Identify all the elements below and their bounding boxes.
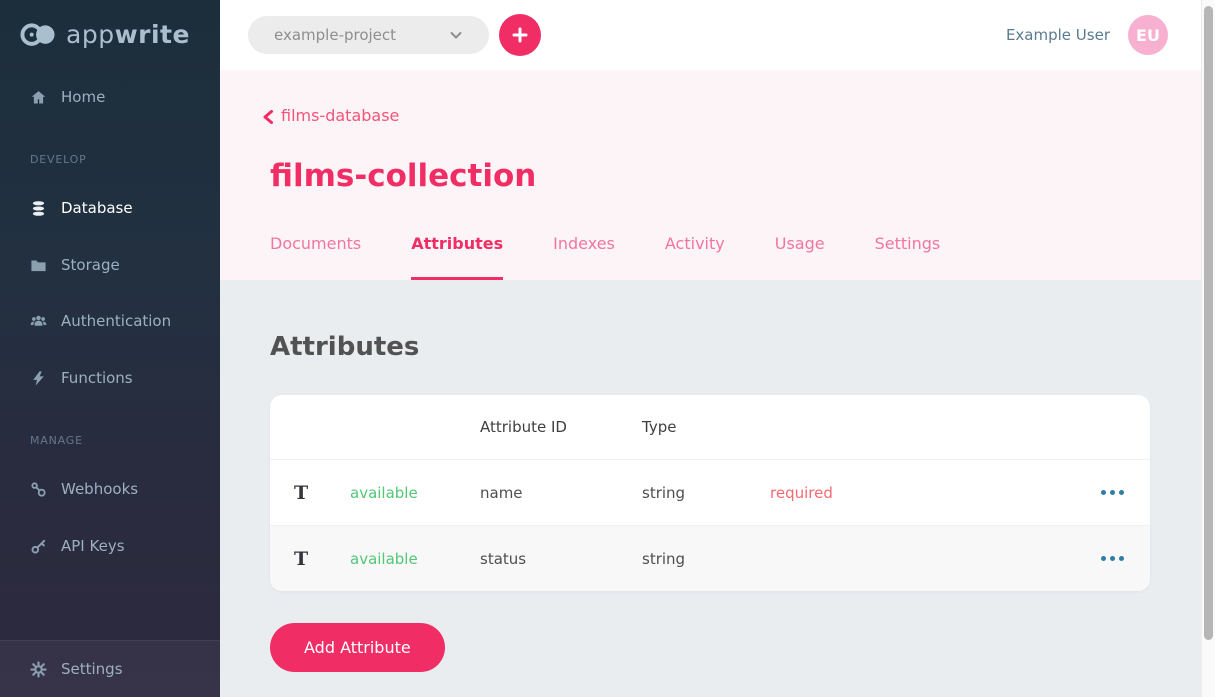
- topbar: example-project Example User EU: [220, 0, 1201, 70]
- sidebar-item-label: Authentication: [61, 312, 171, 330]
- breadcrumb-label: films-database: [281, 106, 399, 125]
- sidebar-item-functions[interactable]: Functions: [0, 360, 220, 396]
- row-actions-button[interactable]: [1099, 484, 1126, 501]
- user-name-link[interactable]: Example User: [1006, 26, 1110, 44]
- tab-indexes[interactable]: Indexes: [553, 234, 615, 280]
- required-badge: required: [770, 484, 1046, 502]
- column-header-attribute-id: Attribute ID: [480, 418, 642, 436]
- home-icon: [30, 89, 47, 106]
- sidebar-item-api-keys[interactable]: API Keys: [0, 528, 220, 564]
- sidebar-item-label: API Keys: [61, 537, 125, 555]
- sidebar-item-label: Functions: [61, 369, 133, 387]
- plus-icon: [512, 27, 528, 43]
- table-header-row: Attribute ID Type: [270, 395, 1150, 459]
- database-icon: [30, 200, 47, 217]
- tab-activity[interactable]: Activity: [665, 234, 725, 280]
- sidebar-item-label: Home: [61, 88, 105, 106]
- text-attribute-icon: T: [294, 482, 350, 504]
- ellipsis-icon: [1101, 556, 1124, 561]
- appwrite-logo-icon: [20, 21, 57, 49]
- scrollbar-thumb[interactable]: [1204, 6, 1213, 640]
- gear-icon: [30, 661, 47, 678]
- project-dropdown-value: example-project: [274, 26, 396, 44]
- section-heading: Attributes: [270, 332, 419, 362]
- avatar[interactable]: EU: [1128, 15, 1168, 55]
- chevron-down-icon: [449, 28, 463, 42]
- breadcrumb[interactable]: films-database: [262, 106, 399, 125]
- page-scrollbar[interactable]: [1201, 0, 1215, 697]
- cell-type: string: [642, 550, 770, 568]
- column-header-type: Type: [642, 418, 770, 436]
- text-attribute-icon: T: [294, 548, 350, 570]
- sidebar-item-webhooks[interactable]: Webhooks: [0, 471, 220, 507]
- tab-attributes[interactable]: Attributes: [411, 234, 503, 280]
- sidebar-item-database[interactable]: Database: [0, 190, 220, 226]
- add-attribute-button[interactable]: Add Attribute: [270, 623, 445, 672]
- page-header: films-database films-collection Document…: [220, 70, 1201, 280]
- sidebar-item-label: Webhooks: [61, 480, 138, 498]
- chevron-left-icon: [262, 109, 274, 123]
- attributes-table: Attribute ID Type T available name strin…: [270, 395, 1150, 591]
- key-icon: [30, 538, 47, 555]
- sidebar-item-label: Settings: [61, 660, 123, 678]
- status-badge: available: [350, 484, 480, 502]
- sidebar-item-label: Storage: [61, 256, 120, 274]
- appwrite-logo[interactable]: appwrite: [20, 20, 190, 49]
- tab-settings[interactable]: Settings: [875, 234, 941, 280]
- folder-icon: [30, 257, 47, 274]
- appwrite-logo-text: appwrite: [66, 20, 190, 49]
- bolt-icon: [30, 370, 47, 387]
- cell-attribute-id: status: [480, 550, 642, 568]
- sidebar-item-settings[interactable]: Settings: [0, 651, 220, 687]
- sidebar-settings-zone: Settings: [0, 640, 220, 697]
- tab-usage[interactable]: Usage: [775, 234, 825, 280]
- sidebar-item-storage[interactable]: Storage: [0, 247, 220, 283]
- table-row: T available status string: [270, 525, 1150, 591]
- tab-bar: Documents Attributes Indexes Activity Us…: [270, 234, 940, 280]
- sidebar-item-home[interactable]: Home: [0, 79, 220, 115]
- page-title: films-collection: [270, 158, 536, 194]
- sidebar-item-label: Database: [61, 199, 133, 217]
- users-icon: [30, 313, 47, 330]
- table-row: T available name string required: [270, 459, 1150, 525]
- sidebar-section-develop: DEVELOP: [30, 153, 87, 166]
- sidebar-item-authentication[interactable]: Authentication: [0, 303, 220, 339]
- cell-type: string: [642, 484, 770, 502]
- project-dropdown[interactable]: example-project: [248, 16, 489, 54]
- cell-attribute-id: name: [480, 484, 642, 502]
- sidebar-section-manage: MANAGE: [30, 434, 83, 447]
- ellipsis-icon: [1101, 490, 1124, 495]
- add-project-button[interactable]: [499, 14, 541, 56]
- main-content: Attributes Attribute ID Type T available…: [220, 280, 1201, 697]
- link-icon: [30, 481, 47, 498]
- row-actions-button[interactable]: [1099, 550, 1126, 567]
- tab-documents[interactable]: Documents: [270, 234, 361, 280]
- status-badge: available: [350, 550, 480, 568]
- sidebar: appwrite Home DEVELOP Database Storage A…: [0, 0, 220, 697]
